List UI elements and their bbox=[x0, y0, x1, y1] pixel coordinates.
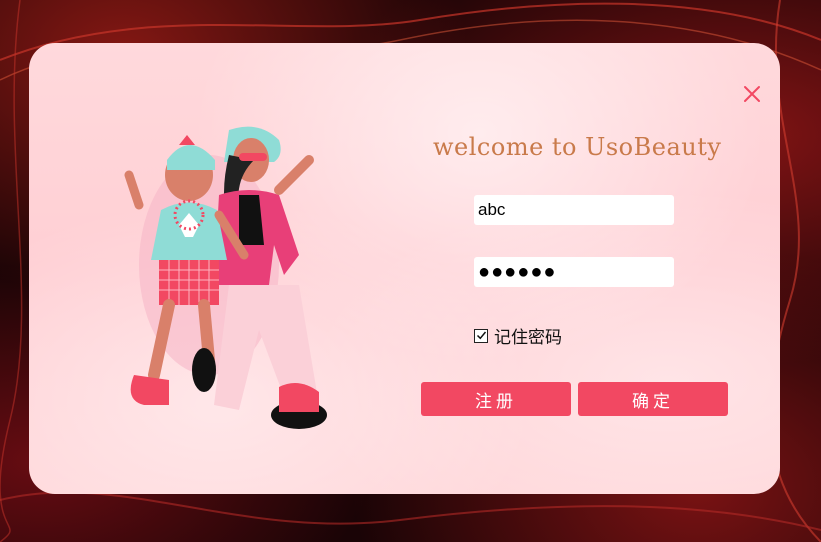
walking-girls-illustration bbox=[124, 126, 327, 429]
remember-label: 记住密码 bbox=[494, 328, 562, 348]
close-icon[interactable] bbox=[741, 83, 763, 105]
register-button[interactable]: 注册 bbox=[421, 382, 571, 416]
login-dialog: welcome to UsoBeauty ●●●●●● 记住密码 注册 确定 bbox=[29, 43, 780, 494]
confirm-button[interactable]: 确定 bbox=[578, 382, 728, 416]
welcome-title: welcome to UsoBeauty bbox=[433, 133, 722, 161]
username-input[interactable] bbox=[474, 195, 674, 225]
remember-password[interactable]: 记住密码 bbox=[474, 323, 562, 348]
checkbox-checked-icon[interactable] bbox=[474, 328, 488, 343]
password-input[interactable]: ●●●●●● bbox=[474, 257, 674, 287]
